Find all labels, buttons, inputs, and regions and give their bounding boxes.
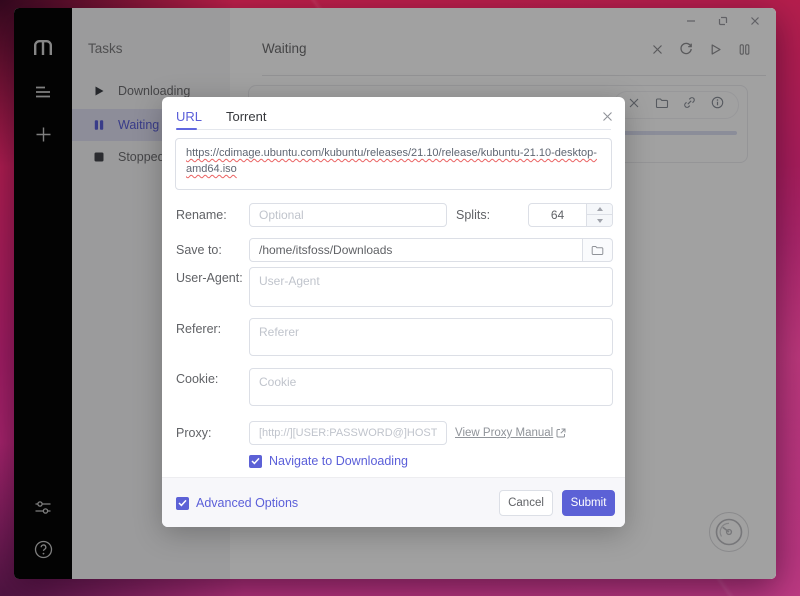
- rename-label: Rename:: [176, 208, 227, 222]
- stepper-up-icon[interactable]: [587, 204, 612, 215]
- choose-folder-icon[interactable]: [583, 238, 613, 262]
- active-tab-indicator: [176, 128, 197, 130]
- cookie-textarea[interactable]: [249, 368, 613, 406]
- advanced-options-checkbox[interactable]: [176, 497, 189, 510]
- desktop-wallpaper: Tasks Downloading Waiting Stopped: [0, 0, 800, 596]
- advanced-options-label: Advanced Options: [196, 496, 298, 510]
- save-to-group: [249, 238, 613, 262]
- splits-stepper: [528, 203, 613, 227]
- navigate-checkbox-label: Navigate to Downloading: [269, 454, 408, 468]
- splits-input[interactable]: [529, 204, 586, 226]
- user-agent-label: User-Agent:: [176, 271, 243, 285]
- proxy-label: Proxy:: [176, 426, 211, 440]
- url-textarea[interactable]: https://cdimage.ubuntu.com/kubuntu/relea…: [175, 138, 612, 190]
- user-agent-textarea[interactable]: [249, 267, 613, 307]
- tab-torrent[interactable]: Torrent: [226, 105, 266, 129]
- rename-input[interactable]: [249, 203, 447, 227]
- external-link-icon: [556, 428, 566, 438]
- navigate-checkbox[interactable]: [249, 455, 262, 468]
- dialog-footer: Advanced Options Cancel Submit: [162, 477, 625, 527]
- save-to-input[interactable]: [249, 238, 583, 262]
- cookie-label: Cookie:: [176, 372, 218, 386]
- app-window: Tasks Downloading Waiting Stopped: [14, 8, 776, 579]
- advanced-options-row[interactable]: Advanced Options: [176, 496, 298, 510]
- proxy-input[interactable]: [249, 421, 447, 445]
- navigate-checkbox-row[interactable]: Navigate to Downloading: [249, 454, 408, 468]
- splits-label: Splits:: [456, 208, 490, 222]
- stepper-controls: [586, 204, 612, 226]
- submit-button[interactable]: Submit: [562, 490, 615, 516]
- new-task-dialog: URL Torrent https://cdimage.ubuntu.com/k…: [162, 97, 625, 527]
- referer-label: Referer:: [176, 322, 221, 336]
- proxy-manual-link-label: View Proxy Manual: [455, 427, 553, 439]
- referer-textarea[interactable]: [249, 318, 613, 356]
- proxy-manual-link[interactable]: View Proxy Manual: [455, 427, 566, 439]
- cancel-button[interactable]: Cancel: [499, 490, 553, 516]
- url-value: https://cdimage.ubuntu.com/kubuntu/relea…: [186, 147, 597, 175]
- stepper-down-icon[interactable]: [587, 215, 612, 226]
- tab-url[interactable]: URL: [176, 105, 202, 129]
- dialog-tabs: URL Torrent: [176, 105, 611, 130]
- save-to-label: Save to:: [176, 243, 222, 257]
